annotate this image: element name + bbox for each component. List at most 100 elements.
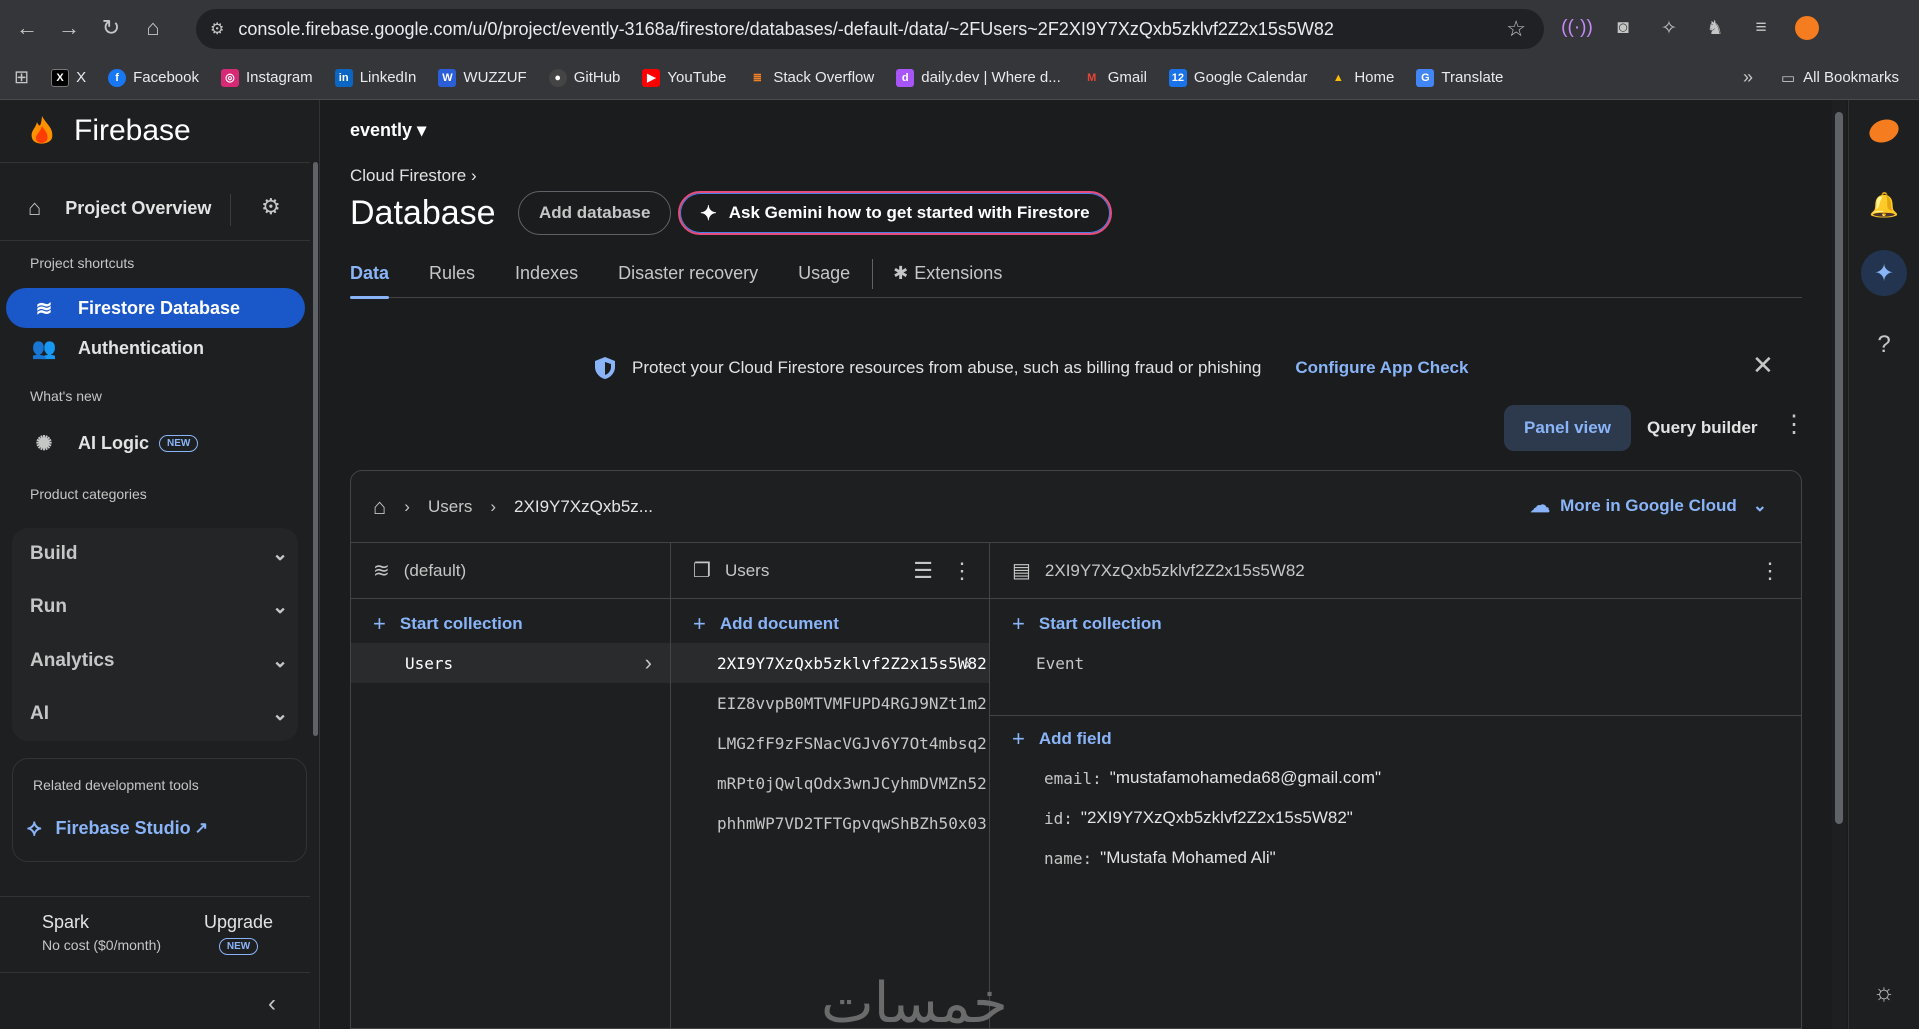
forward-icon[interactable]: → <box>48 7 90 49</box>
site-info-icon[interactable]: ⚙ <box>210 19 224 39</box>
document-item[interactable]: EIZ8vvpB0MTVMFUPD4RGJ9NZt1m2 <box>671 683 989 723</box>
breadcrumb[interactable]: Cloud Firestore › <box>350 166 477 186</box>
filter-icon[interactable]: ☰ <box>913 558 933 584</box>
tab-extensions[interactable]: ✱ Extensions <box>893 250 1002 298</box>
upgrade-button[interactable]: Upgrade NEW <box>204 912 273 955</box>
bookmark-label: X <box>76 69 87 86</box>
bookmark-instagram[interactable]: ◎ Instagram <box>220 68 313 87</box>
scrollbar-thumb[interactable] <box>1835 112 1843 824</box>
help-icon[interactable]: ? <box>1861 322 1907 368</box>
reload-icon[interactable]: ↻ <box>90 7 132 49</box>
document-item[interactable]: mRPt0jQwlqOdx3wnJCyhmDVMZn52 <box>671 763 989 803</box>
page-scrollbar[interactable] <box>1832 100 1846 1029</box>
category-label: Run <box>30 596 67 617</box>
document-item[interactable]: LMG2fF9zFSNacVGJv6Y7Ot4mbsq2 <box>671 723 989 763</box>
tab-indexes[interactable]: Indexes <box>515 250 578 298</box>
sidebar-item-label: AI Logic <box>78 432 149 453</box>
project-selector[interactable]: evently ▾ <box>350 120 426 141</box>
firebase-studio-link[interactable]: ⟡ Firebase Studio ↗ <box>27 815 208 841</box>
all-bookmarks[interactable]: ▭ All Bookmarks <box>1781 69 1899 87</box>
add-database-button[interactable]: Add database <box>518 191 672 235</box>
back-icon[interactable]: ← <box>6 7 48 49</box>
users-icon: 👥 <box>31 337 57 360</box>
field-key: id: <box>1044 808 1073 828</box>
bookmark-translate[interactable]: G Translate <box>1416 68 1503 87</box>
new-badge: NEW <box>159 434 199 452</box>
document-item[interactable]: 2XI9Y7XzQxb5zklvf2Z2x15s5W82 › <box>671 643 989 683</box>
home-icon[interactable]: ⌂ <box>373 494 386 520</box>
more-in-google-cloud-button[interactable]: ☁ More in Google Cloud ⌄ <box>1530 493 1767 518</box>
query-builder-button[interactable]: Query builder <box>1647 405 1758 451</box>
bookmark-gmail[interactable]: M Gmail <box>1083 69 1147 87</box>
category-label: AI <box>30 703 49 724</box>
more-vert-icon[interactable]: ⋮ <box>1782 410 1806 439</box>
tab-usage[interactable]: Usage <box>798 250 850 298</box>
collapse-sidebar-icon[interactable]: ‹ <box>268 990 276 1018</box>
add-field-button[interactable]: + Add field <box>990 720 1801 758</box>
bookmark-wuzzuf[interactable]: W WUZZUF <box>438 68 527 87</box>
category-analytics[interactable]: Analytics ⌄ <box>30 635 288 687</box>
bookmark-star-icon[interactable]: ☆ <box>1506 16 1526 42</box>
more-vert-icon[interactable]: ⋮ <box>1759 558 1781 584</box>
bookmark-linkedin[interactable]: in LinkedIn <box>334 68 416 87</box>
chevron-down-icon: ⌄ <box>1752 495 1767 515</box>
apps-grid-icon[interactable]: ⊞ <box>14 67 29 88</box>
bookmark-calendar[interactable]: 12 Google Calendar <box>1168 68 1307 87</box>
right-rail: 🔔 ✦ ? ☼ <box>1848 100 1919 1029</box>
panel-view-button[interactable]: Panel view <box>1504 405 1631 451</box>
sidebar-item-authentication[interactable]: 👥 Authentication <box>6 328 305 368</box>
sidebar-scrollbar[interactable] <box>313 162 318 736</box>
field-row[interactable]: id: "2XI9Y7XzQxb5zklvf2Z2x15s5W82" <box>990 798 1801 838</box>
category-ai[interactable]: AI ⌄ <box>30 688 288 740</box>
tab-bar: Data Rules Indexes Disaster recovery Usa… <box>350 250 1802 299</box>
field-row[interactable]: name: "Mustafa Mohamed Ali" <box>990 838 1801 878</box>
notifications-icon[interactable]: 🔔 <box>1861 182 1907 228</box>
theme-brightness-icon[interactable]: ☼ <box>1861 970 1907 1016</box>
ask-gemini-button[interactable]: ✦ Ask Gemini how to get started with Fire… <box>678 191 1112 235</box>
home-icon[interactable]: ⌂ <box>132 7 174 49</box>
bookmark-github[interactable]: ● GitHub <box>548 68 620 87</box>
close-icon[interactable]: ✕ <box>1752 350 1774 381</box>
bookmark-facebook[interactable]: f Facebook <box>108 68 199 87</box>
breadcrumb-document[interactable]: 2XI9Y7XzQxb5z... <box>514 497 653 517</box>
column-title: 2XI9Y7XzQxb5zklvf2Z2x15s5W82 <box>1044 560 1305 580</box>
bookmark-youtube[interactable]: ▶ YouTube <box>642 68 726 87</box>
extension-icon[interactable]: ((·)) <box>1560 8 1594 48</box>
firebase-logo[interactable]: Firebase <box>28 114 191 148</box>
start-collection-button[interactable]: + Start collection <box>990 605 1801 643</box>
tab-rules[interactable]: Rules <box>429 250 475 298</box>
bookmark-stackoverflow[interactable]: ≣ Stack Overflow <box>748 69 874 87</box>
field-row[interactable]: email: "mustafamohameda68@gmail.com" <box>990 758 1801 798</box>
document-item[interactable]: phhmWP7VD2TFTGpvqwShBZh50x03 <box>671 803 989 843</box>
sidebar-item-ai-logic[interactable]: ✺ AI Logic NEW <box>6 423 305 463</box>
firebase-orbit-icon[interactable] <box>1861 108 1907 154</box>
category-run[interactable]: Run ⌄ <box>30 581 288 633</box>
subcollection-item[interactable]: Event <box>990 643 1801 683</box>
collection-item[interactable]: Users › <box>351 643 670 683</box>
category-build[interactable]: Build ⌄ <box>30 528 288 580</box>
tab-data[interactable]: Data <box>350 250 390 299</box>
configure-app-check-link[interactable]: Configure App Check <box>1295 358 1468 378</box>
puzzle-icon[interactable]: ✧ <box>1652 8 1686 48</box>
bookmark-dailydev[interactable]: d daily.dev | Where d... <box>896 68 1061 87</box>
profile-avatar[interactable] <box>1790 8 1824 48</box>
bookmark-home[interactable]: ▲ Home <box>1329 69 1394 87</box>
breadcrumb-users[interactable]: Users <box>428 497 472 517</box>
add-document-button[interactable]: + Add document <box>671 605 989 643</box>
address-bar[interactable]: ⚙ console.firebase.google.com/u/0/projec… <box>196 9 1544 49</box>
media-icon[interactable]: ≡ <box>1744 8 1778 48</box>
sidebar-item-firestore[interactable]: ≋ Firestore Database <box>6 288 305 328</box>
tab-disaster-recovery[interactable]: Disaster recovery <box>618 250 758 298</box>
external-link-icon: ↗ <box>194 820 208 837</box>
chevron-right-icon: › <box>470 166 477 185</box>
camera-icon[interactable]: ◙ <box>1606 8 1640 48</box>
youtube-icon: ▶ <box>642 68 661 87</box>
more-vert-icon[interactable]: ⋮ <box>951 558 973 584</box>
bookmark-x[interactable]: XX <box>51 68 87 87</box>
more-bookmarks-icon[interactable]: » <box>1743 67 1753 88</box>
start-collection-button[interactable]: + Start collection <box>351 605 670 643</box>
incognito-icon[interactable]: ♞ <box>1698 8 1732 48</box>
product-categories-label: Product categories <box>30 486 147 502</box>
settings-gear-icon[interactable]: ⚙ <box>230 194 281 226</box>
gemini-icon[interactable]: ✦ <box>1861 250 1907 296</box>
